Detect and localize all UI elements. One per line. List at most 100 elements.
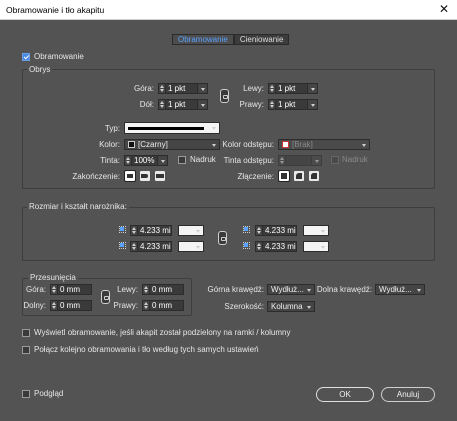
bottom-right-corner-icon	[243, 242, 250, 249]
chevron-down-icon[interactable]	[198, 99, 208, 110]
tint-field[interactable]: 100%	[124, 155, 168, 166]
stepper-arrows-icon[interactable]	[268, 99, 276, 110]
stroke-right-field[interactable]: 1 pkt	[268, 99, 318, 110]
color-swatch-black	[128, 141, 135, 148]
corner-bottom-left-field[interactable]: 4.233 mi	[130, 241, 172, 252]
top-edge-dropdown[interactable]: Wydłuż...	[267, 284, 315, 295]
stepper-arrows-icon[interactable]	[142, 284, 150, 295]
chevron-down-icon[interactable]	[308, 83, 318, 94]
tint-label: Tinta:	[100, 156, 120, 165]
stepper-arrows-icon[interactable]	[142, 300, 150, 311]
stroke-bottom-field[interactable]: 1 pkt	[158, 99, 208, 110]
width-label: Szerokość:	[224, 302, 264, 311]
gap-tint-label: Tinta odstępu:	[223, 156, 274, 165]
split-frames-label: Wyświetl obramowanie, jeśli akapit zosta…	[34, 328, 291, 337]
projecting-cap-icon[interactable]	[155, 171, 165, 181]
preview-checkbox[interactable]	[22, 390, 30, 398]
stepper-arrows-icon[interactable]	[255, 225, 263, 236]
top-left-corner-icon	[119, 226, 126, 233]
gap-overprint-label: Nadruk	[342, 155, 368, 164]
split-frames-checkbox[interactable]	[22, 329, 30, 337]
join-label: Złączenie:	[237, 172, 274, 181]
stepper-arrows-icon[interactable]	[130, 241, 138, 252]
gap-color-dropdown[interactable]: [Brak]	[278, 139, 370, 150]
border-enable-label: Obramowanie	[34, 52, 84, 61]
solid-line-swatch	[128, 127, 204, 130]
overprint-checkbox[interactable]	[178, 156, 186, 164]
title-bar: Obramowanie i tło akapitu ✕	[0, 0, 457, 20]
window-title: Obramowanie i tło akapitu	[6, 5, 105, 15]
stepper-arrows-icon[interactable]	[50, 300, 58, 311]
offset-bottom-field[interactable]: 0 mm	[50, 300, 92, 311]
bottom-left-corner-icon	[119, 242, 126, 249]
stroke-group-title: Obrys	[27, 65, 53, 74]
border-enable-checkbox[interactable]	[22, 53, 30, 61]
stroke-type-dropdown[interactable]	[124, 122, 220, 134]
round-join-icon[interactable]	[294, 171, 304, 181]
stroke-top-field[interactable]: 1 pkt	[158, 83, 208, 94]
stepper-arrows-icon[interactable]	[255, 241, 263, 252]
corner-bottom-right-field[interactable]: 4.233 mi	[255, 241, 297, 252]
corner-group-title: Rozmiar i kształt narożnika:	[27, 202, 129, 211]
link-stroke-settings-icon[interactable]	[220, 89, 229, 103]
link-corner-settings-icon[interactable]	[218, 231, 227, 245]
top-edge-label: Górna krawędź:	[207, 285, 264, 294]
corner-top-right-field[interactable]: 4.233 mi	[255, 225, 297, 236]
stepper-arrows-icon[interactable]	[130, 225, 138, 236]
bevel-join-icon[interactable]	[309, 171, 319, 181]
stroke-type-label: Typ:	[104, 124, 120, 133]
tab-border[interactable]: Obramowanie	[172, 34, 234, 45]
corner-group	[22, 207, 435, 261]
miter-join-icon[interactable]	[278, 170, 290, 182]
stepper-arrows-icon[interactable]	[158, 83, 166, 94]
gap-overprint-checkbox[interactable]	[331, 156, 339, 164]
stepper-arrows-icon[interactable]	[124, 155, 132, 166]
offset-top-field[interactable]: 0 mm	[50, 284, 92, 295]
stepper-arrows-icon[interactable]	[278, 155, 286, 166]
bottom-edge-dropdown[interactable]: Wydłuż...	[375, 284, 425, 295]
cap-label: Zakończenie:	[72, 172, 120, 181]
ok-button[interactable]: OK	[316, 387, 374, 402]
none-swatch-icon	[282, 141, 289, 148]
offset-left-field[interactable]: 0 mm	[142, 284, 184, 295]
corner-bottom-right-shape-dropdown[interactable]	[303, 241, 329, 252]
offset-top-label: Góra:	[25, 285, 46, 294]
stroke-left-field[interactable]: 1 pkt	[268, 83, 318, 94]
corner-top-left-field[interactable]: 4.233 mi	[130, 225, 172, 236]
offset-right-field[interactable]: 0 mm	[142, 300, 184, 311]
top-right-corner-icon	[243, 226, 250, 233]
stroke-color-label: Kolor:	[99, 140, 120, 149]
bottom-edge-label: Dolna krawędź:	[316, 285, 372, 294]
merge-borders-label: Połącz kolejno obramowania i tło według …	[34, 345, 259, 354]
stepper-arrows-icon[interactable]	[50, 284, 58, 295]
preview-label: Podgląd	[34, 389, 64, 398]
gap-tint-field[interactable]	[278, 155, 322, 166]
cancel-button[interactable]: Anuluj	[381, 387, 435, 402]
chevron-down-icon[interactable]	[198, 83, 208, 94]
chevron-down-icon[interactable]	[158, 155, 168, 166]
tab-bar: Obramowanie Cieniowanie	[172, 34, 290, 45]
tab-shading[interactable]: Cieniowanie	[233, 34, 290, 45]
gap-color-label: Kolor odstępu:	[222, 140, 274, 149]
round-cap-icon[interactable]	[140, 171, 150, 181]
offset-right-label: Prawy:	[113, 301, 138, 310]
chevron-down-icon[interactable]	[312, 155, 322, 166]
offsets-group-title: Przesunięcia	[28, 273, 78, 282]
butt-cap-icon[interactable]	[124, 170, 136, 182]
stroke-bottom-label: Dół:	[139, 100, 154, 109]
width-dropdown[interactable]: Kolumna	[267, 301, 315, 312]
offset-bottom-label: Dolny:	[23, 301, 46, 310]
link-offsets-icon[interactable]	[101, 290, 110, 304]
stepper-arrows-icon[interactable]	[158, 99, 166, 110]
stepper-arrows-icon[interactable]	[268, 83, 276, 94]
stroke-color-dropdown[interactable]: [Czarny]	[124, 139, 220, 150]
corner-top-right-shape-dropdown[interactable]	[303, 225, 329, 236]
chevron-down-icon[interactable]	[308, 99, 318, 110]
corner-bottom-left-shape-dropdown[interactable]	[178, 241, 204, 252]
offset-left-label: Lewy:	[117, 285, 138, 294]
stroke-top-label: Góra:	[133, 84, 154, 93]
dialog-window: Obramowanie i tło akapitu ✕ Obramowanie …	[0, 0, 457, 421]
merge-borders-checkbox[interactable]	[22, 346, 30, 354]
close-icon[interactable]: ✕	[439, 2, 449, 16]
corner-top-left-shape-dropdown[interactable]	[178, 225, 204, 236]
